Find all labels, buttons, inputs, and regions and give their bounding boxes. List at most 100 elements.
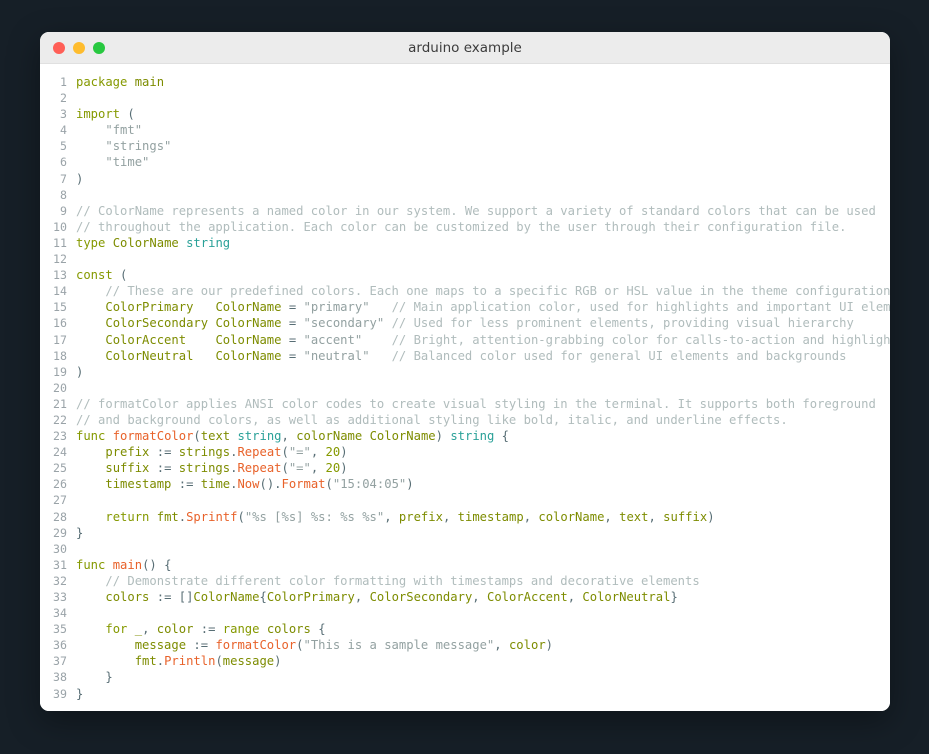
code-token: colors	[105, 590, 150, 604]
code-token: // Main application color, used for high…	[391, 300, 890, 315]
code-token: "time"	[105, 155, 150, 170]
code-token: ColorAccent	[105, 332, 187, 347]
code-token: ,	[384, 509, 399, 524]
code-line-content: import (	[76, 106, 135, 122]
code-line: 11 type ColorName string	[40, 235, 890, 251]
code-token: "accent"	[303, 332, 363, 347]
code-line: 29}	[40, 525, 890, 541]
code-token: timestamp	[457, 509, 524, 524]
code-token: ().	[259, 477, 282, 492]
code-token: ColorPrimary	[266, 590, 355, 604]
code-token: strings	[178, 461, 231, 476]
code-line-content: type ColorName string	[76, 235, 230, 251]
code-line-content: }	[76, 669, 112, 685]
code-token: ColorName	[112, 235, 179, 250]
code-token: .	[178, 509, 187, 524]
code-token: strings	[178, 445, 231, 460]
code-line-content: "time"	[76, 154, 149, 170]
code-line-content: prefix := strings.Repeat("=", 20)	[76, 444, 348, 460]
code-line-content: ColorAccent ColorName = "accent" // Brig…	[76, 332, 890, 348]
code-line: 16 ColorSecondary ColorName = "secondary…	[40, 315, 890, 331]
code-token: ,	[567, 590, 583, 604]
code-token: main	[134, 75, 165, 89]
code-token: ,	[604, 509, 620, 524]
line-number: 16	[53, 316, 67, 331]
code-token: (	[281, 445, 289, 460]
line-number: 1	[60, 75, 67, 89]
code-token: text	[200, 429, 231, 444]
code-line: 2	[40, 90, 890, 106]
code-token: "primary"	[303, 300, 370, 315]
code-line-content: func main() {	[76, 557, 171, 573]
code-token: :=	[186, 638, 216, 653]
code-window: arduino example 1 package main 2 3 import (4…	[40, 32, 890, 711]
line-number: 9	[60, 203, 67, 218]
code-line: 20	[40, 380, 890, 396]
code-token: ColorPrimary	[105, 300, 194, 315]
code-line: 24 prefix := strings.Repeat("=", 20)	[40, 444, 890, 460]
code-token: "This is a sample message"	[303, 638, 495, 653]
code-line-content: "fmt"	[76, 122, 142, 138]
code-token: )	[76, 171, 84, 186]
code-token: colors	[266, 622, 311, 637]
code-editor[interactable]: 1 package main 2 3 import (4 "fmt" 5 "strings…	[40, 64, 890, 711]
code-token: "15:04:05"	[332, 477, 407, 492]
code-token: 20	[325, 445, 341, 460]
code-token: )	[406, 477, 414, 492]
code-token: "="	[288, 461, 311, 476]
code-line-content: timestamp := time.Now().Format("15:04:05…	[76, 476, 414, 492]
code-token: "strings"	[105, 139, 172, 154]
code-token: =	[281, 348, 304, 363]
code-line: 35 for _, color := range colors {	[40, 621, 890, 637]
code-token: .	[156, 654, 165, 669]
code-token: Repeat	[237, 461, 282, 476]
code-token: :=	[149, 461, 179, 476]
code-token: )	[340, 445, 348, 460]
line-number: 13	[53, 268, 67, 283]
code-line-content: }	[76, 686, 83, 702]
line-number: 36	[53, 638, 67, 653]
line-number: 11	[53, 235, 67, 250]
code-token: prefix	[105, 445, 150, 460]
code-token: formatColor	[112, 429, 194, 444]
code-token: // Used for less prominent elements, pro…	[391, 316, 854, 331]
maximize-button[interactable]	[93, 41, 105, 54]
code-token: =	[281, 332, 304, 347]
code-token: (	[281, 461, 289, 476]
code-token: (	[215, 654, 223, 669]
close-button[interactable]	[53, 41, 65, 54]
code-line: 18 ColorNeutral ColorName = "neutral" //…	[40, 348, 890, 364]
minimize-button[interactable]	[73, 41, 85, 54]
code-token: ,	[648, 509, 664, 524]
code-token: ColorName	[193, 590, 260, 604]
line-number: 33	[53, 590, 67, 604]
code-token: func	[76, 429, 106, 444]
line-number: 29	[53, 525, 67, 540]
code-token: type	[76, 235, 106, 250]
code-line: 5 "strings"	[40, 138, 890, 154]
code-line-content: // ColorName represents a named color in…	[76, 203, 876, 219]
code-line-content: suffix := strings.Repeat("=", 20)	[76, 460, 347, 476]
line-number: 34	[53, 606, 67, 621]
code-line-content: "strings"	[76, 138, 171, 154]
line-number: 32	[53, 573, 67, 588]
code-token: ColorNeutral	[105, 348, 194, 363]
code-token: ColorName	[215, 316, 282, 331]
code-line-content: // Demonstrate different color formattin…	[76, 573, 699, 589]
code-line: 13 const (	[40, 267, 890, 283]
code-token: Now	[237, 477, 260, 492]
code-token: (	[296, 638, 304, 653]
code-line-content: // These are our predefined colors. Each…	[76, 283, 890, 299]
code-token: // throughout the application. Each colo…	[76, 219, 847, 234]
